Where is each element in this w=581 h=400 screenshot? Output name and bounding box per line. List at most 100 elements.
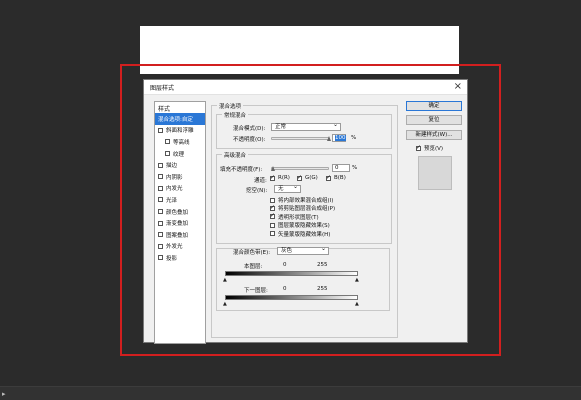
this-layer-max: 255 <box>317 262 328 268</box>
underlying-layer-max: 255 <box>317 286 328 292</box>
style-item-checkbox[interactable] <box>158 162 163 168</box>
style-item-label: 图案叠加 <box>166 232 189 239</box>
this-layer-label: 本图层: <box>244 264 263 270</box>
style-item-label: 外发光 <box>166 244 183 251</box>
style-item-checkbox[interactable] <box>165 151 170 157</box>
blend-mode-label: 混合模式(D): <box>233 126 266 132</box>
dialog-title: 图层样式 <box>150 85 175 92</box>
style-item[interactable]: 渐变叠加 <box>155 217 205 229</box>
styles-list: 样式 混合选项:自定斜面和浮雕等高线纹理描边内阴影内发光 光泽颜色叠加渐变叠加图案… <box>154 101 206 344</box>
blend-if-group <box>216 248 390 311</box>
style-item-checkbox[interactable] <box>158 185 163 191</box>
reset-button[interactable]: 复位 <box>406 115 462 125</box>
underlying-layer-min: 0 <box>283 286 287 292</box>
style-item-label: 内阴影 <box>166 174 183 181</box>
style-item-label: 纹理 <box>173 151 185 158</box>
fill-opacity-slider[interactable] <box>271 166 329 171</box>
fill-opacity-unit: % <box>352 165 358 171</box>
channel-r-checkbox[interactable]: R(R) <box>270 174 290 181</box>
advanced-option-box[interactable] <box>270 222 275 228</box>
style-item[interactable]: 投影 <box>155 252 205 264</box>
channel-g-checkbox[interactable]: G(G) <box>297 174 318 181</box>
knockout-label: 挖空(N): <box>246 188 268 194</box>
opacity-input[interactable]: 100 <box>332 134 346 142</box>
blend-mode-select[interactable]: 正常 <box>271 122 341 131</box>
status-bar: ▸ <box>0 386 581 400</box>
style-item[interactable]: 内发光 <box>155 183 205 195</box>
channel-g-box[interactable] <box>297 174 302 181</box>
style-item-checkbox[interactable] <box>165 139 170 145</box>
advanced-option-label: 透明形状图层(T) <box>278 214 319 221</box>
close-icon[interactable]: × <box>454 81 462 93</box>
style-item[interactable]: 图案叠加 <box>155 229 205 241</box>
style-item-checkbox[interactable] <box>158 232 163 238</box>
advanced-option-label: 矢量蒙版隐藏效果(H) <box>278 231 331 238</box>
advanced-option-checkbox[interactable]: 透明形状图层(T) <box>270 212 319 221</box>
style-item[interactable]: 等高线 <box>155 136 205 148</box>
style-item-label: 斜面和浮雕 <box>166 128 194 135</box>
underlying-layer-black-handle[interactable]: ▲ <box>223 301 227 307</box>
style-item[interactable]: 颜色叠加 <box>155 206 205 218</box>
style-item[interactable]: 描边 <box>155 159 205 171</box>
this-layer-min: 0 <box>283 262 287 268</box>
style-item-label: 等高线 <box>173 139 190 146</box>
this-layer-white-handle[interactable]: ▲ <box>355 277 359 283</box>
opacity-unit: % <box>351 135 357 141</box>
channel-r-box[interactable] <box>270 174 275 181</box>
opacity-label: 不透明度(O): <box>233 137 266 143</box>
style-item[interactable]: 混合选项:自定 <box>155 113 205 125</box>
advanced-option-checkbox[interactable]: 将内部效果混合成组(I) <box>270 196 333 204</box>
this-layer-gradient[interactable] <box>225 271 358 276</box>
underlying-layer-white-handle[interactable]: ▲ <box>355 301 359 307</box>
fill-opacity-slider-thumb[interactable] <box>271 166 275 171</box>
this-layer-black-handle[interactable]: ▲ <box>223 277 227 283</box>
style-item-label: 颜色叠加 <box>166 209 189 216</box>
advanced-option-label: 将内部效果混合成组(I) <box>278 198 334 204</box>
advanced-option-checkbox[interactable]: 图层蒙版隐藏效果(S) <box>270 221 330 229</box>
opacity-slider[interactable] <box>271 136 331 141</box>
style-item[interactable]: 外发光 <box>155 241 205 253</box>
style-item-label: 渐变叠加 <box>166 221 189 228</box>
style-item-label: 描边 <box>166 163 178 170</box>
style-item[interactable]: 光泽 <box>155 194 205 206</box>
advanced-option-box[interactable] <box>270 197 275 203</box>
fill-opacity-input[interactable]: 0 <box>332 164 350 172</box>
style-item-label: 投影 <box>166 255 178 262</box>
knockout-select[interactable]: 无 <box>274 184 301 193</box>
style-item-label: 内发光 <box>166 186 183 193</box>
expand-arrow-icon[interactable]: ▸ <box>2 390 6 398</box>
underlying-layer-label: 下一图层: <box>244 288 268 294</box>
style-item[interactable]: 斜面和浮雕 <box>155 125 205 137</box>
channel-b-box[interactable] <box>326 174 331 181</box>
dialog-titlebar[interactable]: 图层样式 × <box>144 80 467 95</box>
style-preview-swatch <box>418 156 452 190</box>
advanced-option-box[interactable] <box>270 204 275 211</box>
advanced-option-checkbox[interactable]: 矢量蒙版隐藏效果(H) <box>270 230 330 238</box>
style-item[interactable]: 纹理 <box>155 148 205 160</box>
style-item-checkbox[interactable] <box>158 243 163 249</box>
blend-if-select[interactable]: 灰色 <box>277 246 329 255</box>
style-item-checkbox[interactable] <box>158 174 163 180</box>
advanced-blending-label: 高级混合 <box>222 151 249 159</box>
advanced-option-checkbox[interactable]: 将剪贴图层混合成组(P) <box>270 204 335 212</box>
style-item-checkbox[interactable] <box>158 127 163 133</box>
blend-if-label: 混合颜色带(E): <box>233 250 271 256</box>
blend-options-label: 混合选项 <box>217 102 244 110</box>
advanced-option-box[interactable] <box>270 212 275 220</box>
advanced-option-box[interactable] <box>270 231 275 237</box>
new-style-button[interactable]: 新建样式(W)... <box>406 130 462 140</box>
style-item-label: 混合选项:自定 <box>158 116 193 123</box>
fill-opacity-label: 填充不透明度(F): <box>220 167 263 173</box>
preview-checkbox[interactable]: 预览(V) <box>416 144 443 152</box>
styles-header[interactable]: 样式 <box>155 102 205 113</box>
style-item-checkbox[interactable] <box>158 255 163 261</box>
style-item-checkbox[interactable] <box>158 209 163 215</box>
ok-button[interactable]: 确定 <box>406 101 462 111</box>
style-item[interactable]: 内阴影 <box>155 171 205 183</box>
underlying-layer-gradient[interactable] <box>225 295 358 300</box>
preview-box[interactable] <box>416 144 421 151</box>
style-item-checkbox[interactable] <box>158 197 163 203</box>
advanced-option-label: 图层蒙版隐藏效果(S) <box>278 223 330 230</box>
style-item-checkbox[interactable] <box>158 220 163 226</box>
channel-b-checkbox[interactable]: B(B) <box>326 174 346 181</box>
